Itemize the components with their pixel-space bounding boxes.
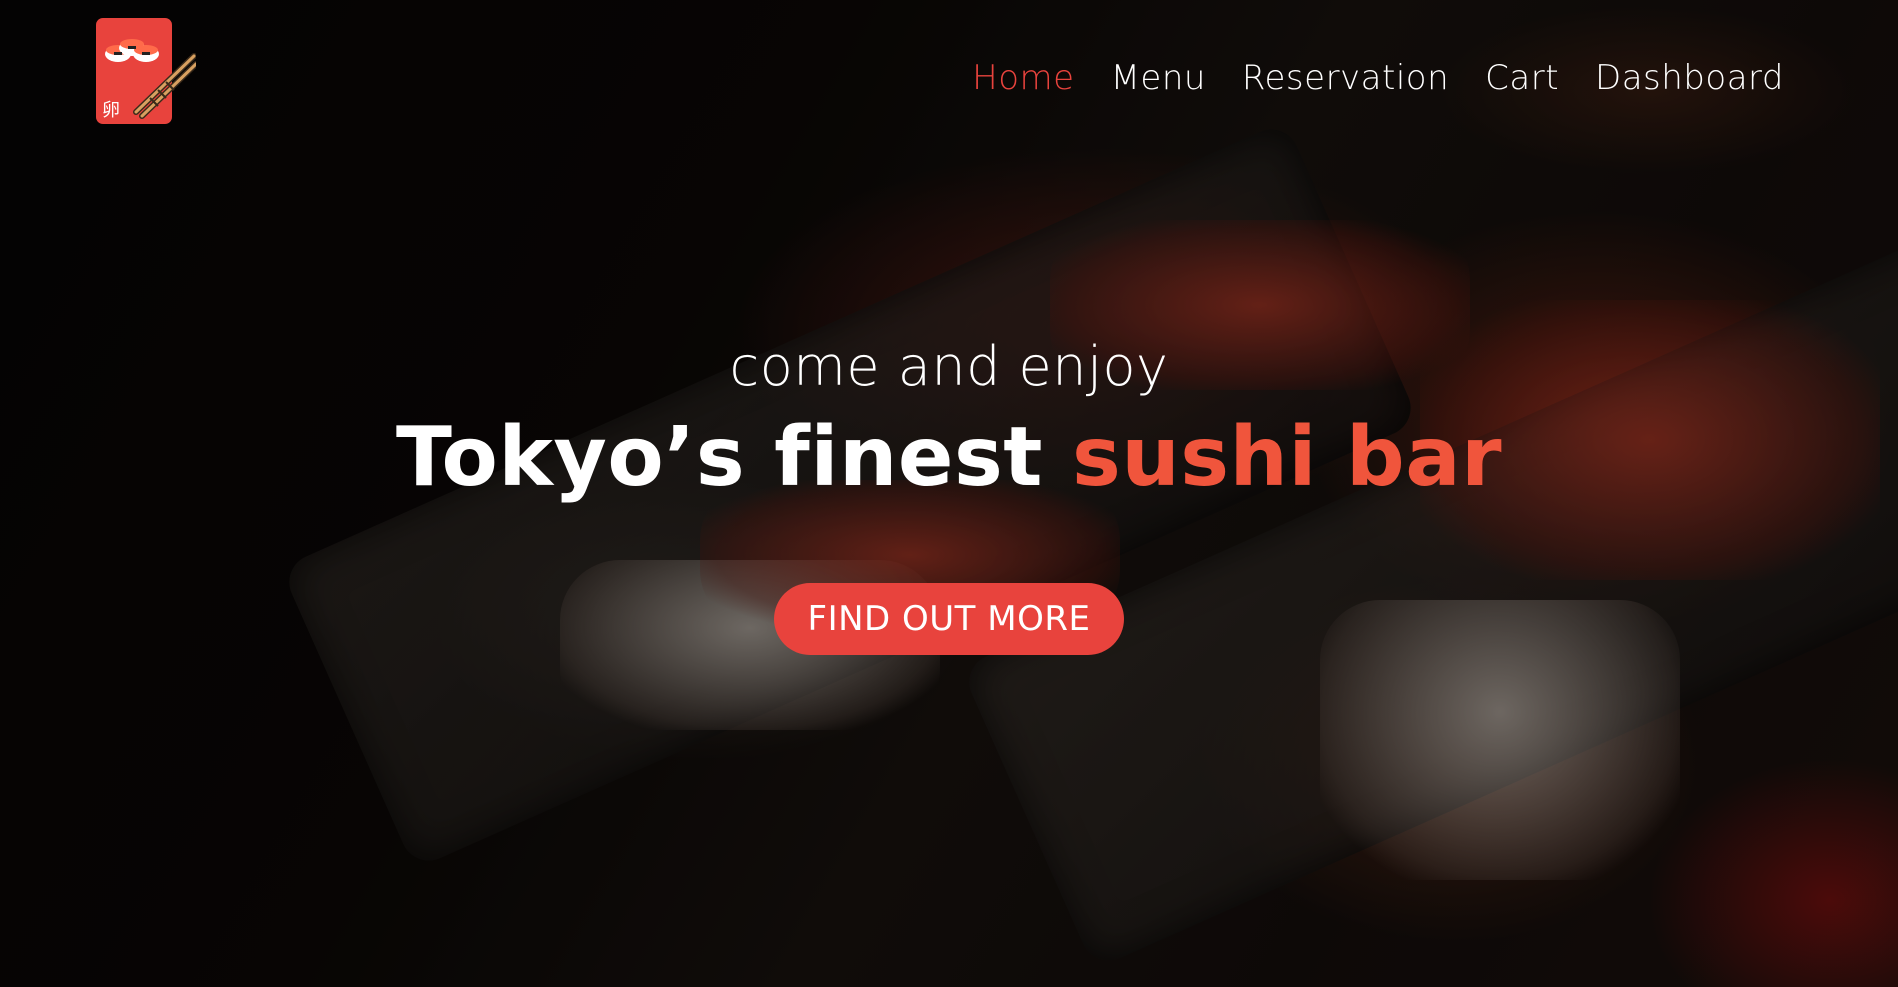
hero-section: 卵 Home Menu Reservation Cart Dashboard c… xyxy=(0,0,1898,987)
nav-item-reservation[interactable]: Reservation xyxy=(1242,58,1449,98)
nav-item-cart[interactable]: Cart xyxy=(1485,58,1559,98)
logo-glyph: 卵 xyxy=(102,100,120,121)
nav-item-home[interactable]: Home xyxy=(972,58,1074,98)
hero-headline: Tokyo’s finest sushi bar xyxy=(0,410,1898,505)
headline-accent: sushi bar xyxy=(1072,410,1503,505)
nav-item-dashboard[interactable]: Dashboard xyxy=(1595,58,1784,98)
nav-item-menu[interactable]: Menu xyxy=(1111,58,1206,98)
main-nav: Home Menu Reservation Cart Dashboard xyxy=(972,58,1784,98)
hero-tagline: come and enjoy xyxy=(729,335,1169,398)
headline-prefix: Tokyo’s finest xyxy=(395,410,1043,505)
find-out-more-button[interactable]: FIND OUT MORE xyxy=(774,583,1124,655)
logo[interactable]: 卵 xyxy=(96,18,199,124)
